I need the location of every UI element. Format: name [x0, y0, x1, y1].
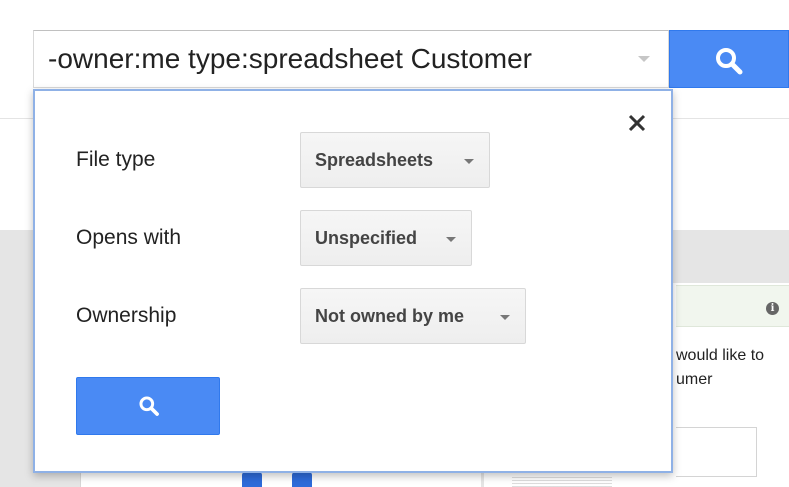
search-icon [139, 396, 159, 416]
search-button[interactable] [669, 30, 789, 88]
ownership-dropdown[interactable]: Not owned by me [300, 288, 526, 344]
info-icon[interactable]: i [766, 302, 779, 315]
dropdown-value: Unspecified [315, 228, 418, 248]
background-graphic [242, 472, 262, 487]
chevron-down-icon [446, 237, 456, 242]
search-input[interactable] [48, 31, 628, 87]
search-options-arrow-icon[interactable] [638, 56, 650, 62]
background-input[interactable] [676, 427, 757, 477]
popup-search-button[interactable] [76, 377, 220, 435]
advanced-search-popup: File type Spreadsheets Opens with Unspec… [33, 89, 673, 473]
document-thumbnail[interactable] [512, 476, 612, 487]
file-type-label: File type [76, 148, 156, 171]
ownership-label: Ownership [76, 304, 177, 327]
background-graphic [292, 472, 312, 487]
chevron-down-icon [500, 315, 510, 320]
search-box [33, 30, 669, 88]
close-icon[interactable] [625, 111, 649, 135]
chevron-down-icon [464, 159, 474, 164]
dropdown-value: Not owned by me [315, 306, 465, 326]
background-text: would like to [676, 347, 765, 364]
opens-with-dropdown[interactable]: Unspecified [300, 210, 472, 266]
file-type-dropdown[interactable]: Spreadsheets [300, 132, 490, 188]
opens-with-label: Opens with [76, 226, 182, 249]
dropdown-value: Spreadsheets [315, 150, 434, 170]
search-icon [716, 48, 743, 75]
background-text: umer [676, 371, 713, 388]
